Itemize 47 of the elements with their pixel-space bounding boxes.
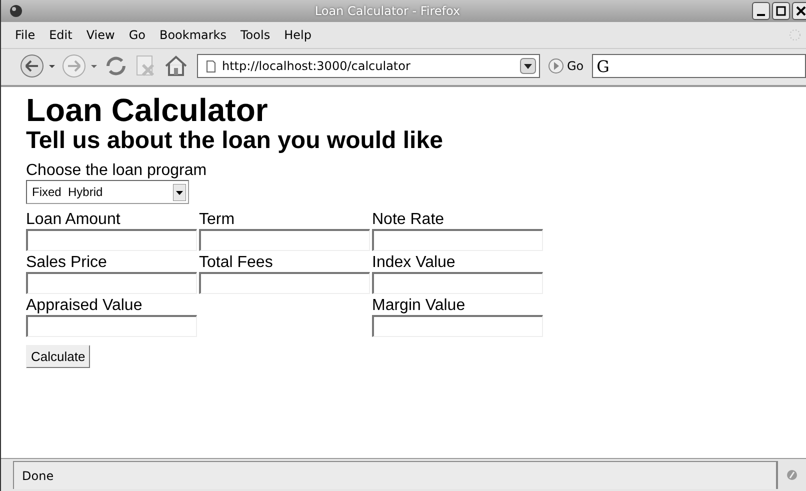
field-label: Total Fees [199, 253, 274, 272]
back-arrow-icon[interactable] [19, 53, 57, 79]
input-field[interactable] [199, 229, 370, 251]
maximize-icon [775, 5, 787, 17]
field-label: Loan Amount [26, 210, 122, 229]
minimize-button[interactable] [752, 2, 770, 20]
input-field[interactable] [26, 272, 197, 294]
throbber-icon [788, 28, 802, 42]
close-icon [795, 5, 806, 17]
field-label: Appraised Value [26, 296, 144, 315]
input-field[interactable] [372, 272, 543, 294]
program-select[interactable]: Fixed Hybrid [26, 180, 189, 204]
menu-item[interactable]: File [15, 28, 36, 42]
dropdown-icon[interactable] [520, 58, 536, 74]
dropdown-icon [173, 184, 186, 200]
minimize-icon [757, 14, 765, 16]
calculate-button[interactable]: Calculate [26, 345, 90, 368]
field-label: Margin Value [372, 296, 466, 315]
close-button[interactable] [792, 2, 806, 20]
address-bar[interactable]: http://localhost:3000/calculator [197, 54, 540, 78]
input-field[interactable] [26, 315, 197, 337]
input-field[interactable] [372, 315, 543, 337]
page-subtitle: Tell us about the loan you would like [26, 127, 444, 155]
go-button[interactable]: Go [544, 58, 588, 74]
input-field[interactable] [372, 229, 543, 251]
menu-item[interactable]: Go [128, 28, 146, 42]
status-text: Done [13, 461, 777, 489]
maximize-button[interactable] [772, 2, 790, 20]
page-icon [206, 60, 216, 72]
field-label: Term [199, 210, 236, 229]
field-label: Index Value [372, 253, 456, 272]
input-field[interactable] [26, 229, 197, 251]
search-field[interactable]: G [592, 54, 806, 78]
field-label: Choose the loan program [26, 161, 208, 180]
menu-item[interactable]: Tools [240, 28, 270, 42]
input-field[interactable] [199, 272, 370, 294]
menu-item[interactable]: Help [284, 28, 312, 42]
window-title: Loan Calculator - Firefox [314, 4, 462, 18]
page-title: Loan Calculator [26, 93, 269, 127]
play-icon [548, 58, 564, 74]
field-label: Sales Price [26, 253, 108, 272]
menu-item[interactable]: Edit [49, 28, 72, 42]
home-icon[interactable] [163, 53, 189, 79]
security-icon [786, 469, 798, 481]
field-label: Note Rate [372, 210, 446, 229]
menu-item[interactable]: Bookmarks [159, 28, 227, 42]
menu-item[interactable]: View [86, 28, 115, 42]
